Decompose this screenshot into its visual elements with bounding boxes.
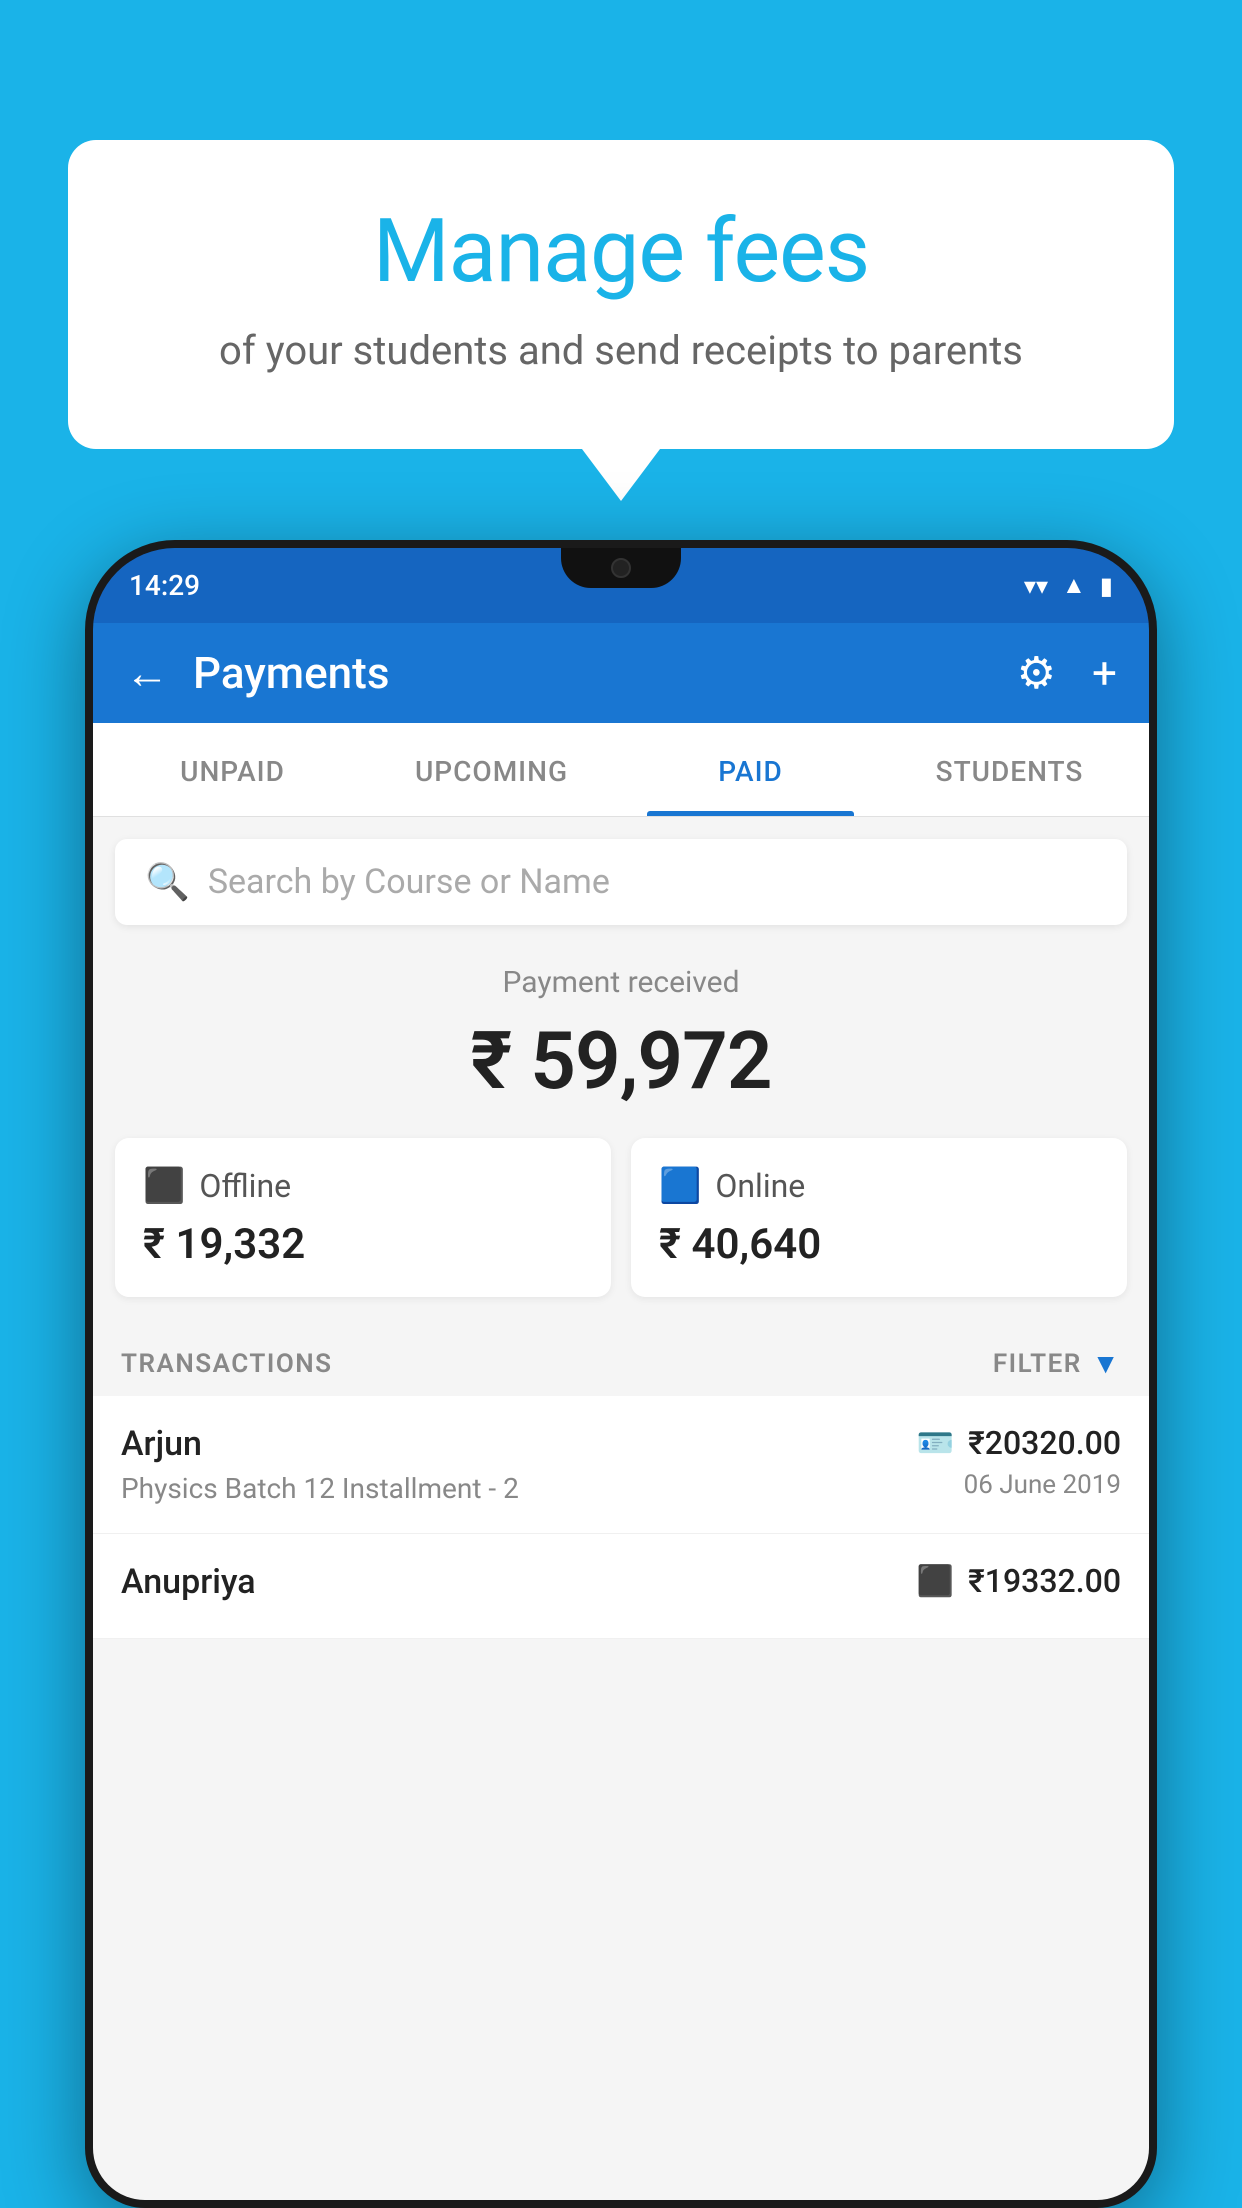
volume-down-button	[1153, 888, 1157, 1048]
status-bar: 14:29 ▾▾ ▲ ▮	[93, 548, 1149, 623]
power-button	[1153, 768, 1157, 858]
payment-received-label: Payment received	[113, 965, 1129, 1000]
offline-card: ⬛ Offline ₹ 19,332	[115, 1138, 611, 1297]
payment-cards: ⬛ Offline ₹ 19,332 🟦 Online ₹ 40,640	[93, 1138, 1149, 1327]
search-bar[interactable]: 🔍 Search by Course or Name	[115, 839, 1127, 925]
payment-received-section: Payment received ₹ 59,972	[93, 925, 1149, 1138]
add-button[interactable]: +	[1092, 647, 1117, 699]
search-icon: 🔍	[145, 861, 190, 903]
payment-type-icon: 🪪	[917, 1426, 954, 1461]
online-icon: 🟦	[659, 1166, 701, 1206]
transaction-amount: ₹19332.00	[968, 1562, 1121, 1600]
app-header: ← Payments ⚙ +	[93, 623, 1149, 723]
signal-icon: ▲	[1062, 571, 1086, 600]
payment-type-icon: ⬛	[917, 1564, 954, 1599]
phone-frame: 14:29 ▾▾ ▲ ▮ ← Payments ⚙ + UNPAID UPCOM…	[85, 540, 1157, 2208]
online-amount: ₹ 40,640	[659, 1220, 1099, 1269]
transaction-date: 06 June 2019	[917, 1470, 1121, 1500]
transaction-name: Anupriya	[121, 1562, 917, 1602]
online-card: 🟦 Online ₹ 40,640	[631, 1138, 1127, 1297]
offline-label: Offline	[199, 1167, 291, 1205]
transaction-right: 🪪 ₹20320.00 06 June 2019	[917, 1424, 1121, 1500]
page-title: Payments	[193, 647, 993, 699]
tabs: UNPAID UPCOMING PAID STUDENTS	[93, 723, 1149, 817]
tab-students[interactable]: STUDENTS	[880, 723, 1139, 816]
search-input[interactable]: Search by Course or Name	[208, 862, 610, 902]
wifi-icon: ▾▾	[1024, 572, 1048, 600]
notch	[561, 548, 681, 588]
transaction-right: ⬛ ₹19332.00	[917, 1562, 1121, 1608]
tab-upcoming[interactable]: UPCOMING	[362, 723, 621, 816]
status-icons: ▾▾ ▲ ▮	[1024, 571, 1113, 600]
header-actions: ⚙ +	[1017, 647, 1117, 699]
online-label: Online	[715, 1167, 805, 1205]
transaction-left: Arjun Physics Batch 12 Installment - 2	[121, 1424, 917, 1505]
settings-button[interactable]: ⚙	[1017, 647, 1056, 699]
transaction-left: Anupriya	[121, 1562, 917, 1610]
transaction-amount: ₹20320.00	[968, 1424, 1121, 1462]
transaction-item[interactable]: Arjun Physics Batch 12 Installment - 2 🪪…	[93, 1396, 1149, 1534]
status-time: 14:29	[129, 569, 200, 602]
transaction-name: Arjun	[121, 1424, 917, 1464]
transactions-label: TRANSACTIONS	[121, 1349, 333, 1379]
back-button[interactable]: ←	[125, 651, 169, 695]
transaction-item[interactable]: Anupriya ⬛ ₹19332.00	[93, 1534, 1149, 1639]
filter-icon: ▼	[1092, 1347, 1121, 1380]
offline-amount: ₹ 19,332	[143, 1220, 583, 1269]
transactions-header: TRANSACTIONS FILTER ▼	[93, 1327, 1149, 1396]
payment-received-amount: ₹ 59,972	[113, 1014, 1129, 1108]
bubble-title: Manage fees	[148, 200, 1094, 303]
battery-icon: ▮	[1100, 572, 1113, 600]
tab-paid[interactable]: PAID	[621, 723, 880, 816]
filter-button[interactable]: FILTER ▼	[993, 1347, 1121, 1380]
phone-content: 🔍 Search by Course or Name Payment recei…	[93, 817, 1149, 2200]
bubble-subtitle: of your students and send receipts to pa…	[148, 323, 1094, 379]
volume-button	[85, 828, 89, 948]
transaction-course: Physics Batch 12 Installment - 2	[121, 1472, 917, 1505]
filter-label: FILTER	[993, 1349, 1082, 1379]
speech-bubble: Manage fees of your students and send re…	[68, 140, 1174, 449]
camera	[611, 558, 631, 578]
tab-unpaid[interactable]: UNPAID	[103, 723, 362, 816]
offline-icon: ⬛	[143, 1166, 185, 1206]
